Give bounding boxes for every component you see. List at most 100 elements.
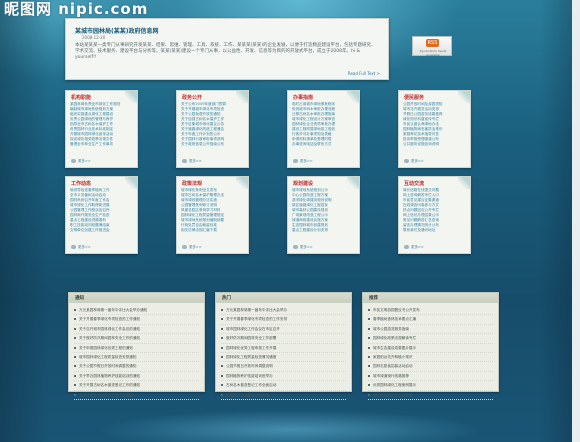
- list-item[interactable]: 园林植物养护技能培训班举办: [221, 372, 346, 382]
- card-more-link[interactable]: 更多>>: [71, 245, 91, 250]
- bullet-icon: [221, 327, 223, 330]
- list-item-text: 园林绿化工程质量检查情况通报: [226, 354, 277, 359]
- bullet-icon: [221, 384, 223, 387]
- list-item[interactable]: 关于举办园林植物养护技能培训的通知: [74, 372, 199, 382]
- comment-icon: [182, 159, 187, 163]
- card-title[interactable]: 政策法规: [182, 180, 202, 187]
- list-box-recommended: 推荐 市民文明游园倡议书公开发布 春季植树造林技术要点汇编 城市公园游览服务指南…: [362, 292, 499, 400]
- list-item[interactable]: 关于开展春季绿化专项检查的工作通知: [74, 315, 199, 325]
- bullet-icon: [74, 337, 76, 340]
- list-item-text: 古树名木普查登记工作全面启动: [226, 383, 277, 388]
- list-item[interactable]: 园林局政府信息公开年报: [368, 391, 493, 400]
- list-item-text: 市民文明游园倡议书公开发布: [373, 308, 420, 312]
- card-title[interactable]: 机构职能: [71, 94, 91, 101]
- list-header: 推荐: [363, 293, 498, 303]
- rss-icon: RSS: [426, 39, 439, 47]
- card-link[interactable]: 管理全市林业生产工作事务: [70, 142, 132, 147]
- card-more-label: 更多>>: [78, 159, 91, 163]
- list-title[interactable]: 热门: [222, 295, 231, 301]
- card-link[interactable]: 文明单位创建工作推进会: [70, 228, 132, 233]
- list-item[interactable]: 城市绿道骑行线路推荐: [368, 372, 493, 382]
- list-item-text: 关于开展古树名木普查登记工作的通知: [79, 383, 141, 388]
- list-title[interactable]: 通知: [75, 295, 84, 301]
- list-item-text: 关于开展春季绿化专项检查的工作通知: [79, 317, 141, 322]
- watermark-logo: 昵图网 nipic.com: [4, 0, 149, 18]
- list-item[interactable]: 城市园林绿化工作会议在市区召开: [221, 325, 346, 335]
- list-item[interactable]: 关于开展古树名木普查登记工作的通知: [74, 381, 199, 391]
- card-link[interactable]: 关于政府信息公开指南公布: [181, 142, 243, 147]
- list-item[interactable]: 园林绿化政策法规解读专栏: [368, 334, 493, 344]
- card-link[interactable]: 公共服务设施查询说明: [403, 142, 465, 147]
- card-link[interactable]: 相关法律法规汇编下载: [181, 228, 243, 233]
- list-title[interactable]: 推荐: [369, 295, 378, 301]
- list-item[interactable]: 园林绿化优秀工程申报工作开展: [221, 344, 346, 353]
- bullet-icon: [368, 337, 370, 340]
- list-item-text: 关于举办园林植物养护技能培训的通知: [79, 373, 141, 378]
- rss-badge[interactable]: RSS Syndication feeds available: [412, 36, 452, 57]
- list-item[interactable]: 关于做好防汛期间园林安全工作的通知: [74, 334, 199, 344]
- card-service-guide: 办事指南 临时占用城市绿地审批程序 砍伐城市树木审批办理流程 迁移古树名木审批办…: [287, 90, 360, 168]
- intro-title[interactable]: 某城市园林局(某某)政府信息网: [75, 26, 159, 35]
- bullet-icon: [368, 318, 370, 321]
- bullet-icon: [74, 374, 76, 377]
- card-title[interactable]: 办事指南: [293, 94, 313, 101]
- list-item[interactable]: 春季植树造林技术要点汇编: [368, 315, 493, 325]
- bullet-icon: [368, 365, 370, 368]
- list-item-text: 关于召开城市园林绿化工作会议的通知: [79, 326, 141, 331]
- list-item-text: 关于申报园林绿化优秀工程的通知: [79, 345, 133, 350]
- list-item[interactable]: 万元某园林局第一届年中评比大会举办: [221, 306, 346, 316]
- card-title[interactable]: 互动交流: [404, 180, 424, 187]
- bullet-icon: [368, 374, 370, 377]
- list-item-text: 春季植树造林技术要点汇编: [373, 317, 417, 322]
- list-item[interactable]: 年度园林工作要点印发实施: [221, 391, 346, 400]
- comment-icon: [182, 245, 187, 249]
- card-more-link[interactable]: 更多>>: [404, 245, 424, 250]
- list-item[interactable]: 关于召开城市园林绿化工作会议的通知: [74, 325, 199, 335]
- card-public-service: 便民服务 公园开放时间及游园须知 城市花卉展览活动安排 节假日公园游览线路推荐 …: [398, 90, 471, 168]
- list-item[interactable]: 园林绿化工程质量检查情况通报: [221, 353, 346, 363]
- card-title[interactable]: 工作动态: [71, 180, 91, 187]
- list-item[interactable]: 园林志愿者招募活动启动: [368, 362, 493, 372]
- card-more-link[interactable]: 更多>>: [71, 159, 91, 164]
- list-item-text: 家庭阳台花卉种植小常识: [373, 354, 413, 359]
- card-interaction: 互动交流 局长信箱在线提交问题 网上咨询解答专栏入口 市民意见建议征集渠道 在线…: [398, 176, 471, 254]
- list-item[interactable]: 城市生态建设成果图片展示: [368, 344, 493, 353]
- list-item[interactable]: 城市公园游览服务指南: [368, 325, 493, 335]
- card-more-link[interactable]: 更多>>: [182, 245, 202, 250]
- card-more-link[interactable]: 更多>>: [182, 159, 202, 164]
- list-item[interactable]: 优秀园林绿化工程案例展示: [368, 381, 493, 391]
- list-item[interactable]: 家庭阳台花卉种植小常识: [368, 353, 493, 363]
- comment-icon: [71, 245, 76, 249]
- card-title[interactable]: 政务公开: [182, 94, 202, 101]
- card-more-link[interactable]: 更多>>: [404, 159, 424, 164]
- card-link[interactable]: 重点工程建设计划安排: [292, 228, 354, 233]
- card-link[interactable]: 联系我们及通讯地址: [403, 228, 465, 233]
- list-box-notices: 通知 万元某园林局第一届年中评比大会举办通知 关于开展春季绿化专项检查的工作通知…: [68, 292, 205, 400]
- list-item[interactable]: 城市园林绿化工程质量检查安排通知: [74, 353, 199, 363]
- list-item[interactable]: 关于印发年度园林工作要点的通知: [74, 391, 199, 400]
- card-link[interactable]: 办事咨询电话及联系方式: [292, 142, 354, 147]
- list-item[interactable]: 关于公园节假日开放时间调整的通知: [74, 362, 199, 372]
- list-item-text: 关于公园节假日开放时间调整的通知: [79, 364, 137, 369]
- scrollbar-track[interactable]: [572, 0, 580, 442]
- list-item[interactable]: 公园节假日开放时间调整说明: [221, 362, 346, 372]
- card-more-link[interactable]: 更多>>: [293, 245, 313, 250]
- card-title[interactable]: 规划建设: [293, 180, 313, 187]
- card-title[interactable]: 便民服务: [404, 94, 424, 101]
- card-more-label: 更多>>: [300, 159, 313, 163]
- list-item[interactable]: 古树名木普查登记工作全面启动: [221, 381, 346, 391]
- card-more-link[interactable]: 更多>>: [293, 159, 313, 164]
- list-item[interactable]: 做好防汛期间园林安全工作部署: [221, 334, 346, 344]
- card-more-label: 更多>>: [411, 245, 424, 249]
- list-item-text: 园林绿化优秀工程申报工作开展: [226, 345, 277, 350]
- list-item-text: 优秀园林绿化工程案例展示: [373, 383, 417, 388]
- list-item[interactable]: 关于申报园林绿化优秀工程的通知: [74, 344, 199, 353]
- list-item[interactable]: 万元某园林局第一届年中评比大会举办通知: [74, 306, 199, 316]
- card-more-label: 更多>>: [300, 245, 313, 249]
- list-item-text: 万元某园林局第一届年中评比大会举办通知: [79, 308, 148, 312]
- intro-read-more-link[interactable]: Read Full Text >: [348, 71, 380, 76]
- bullet-icon: [221, 393, 223, 396]
- list-item[interactable]: 关于开展春季绿化专项检查的工作安排: [221, 315, 346, 325]
- list-item[interactable]: 市民文明游园倡议书公开发布: [368, 306, 493, 316]
- list-item-text: 关于做好防汛期间园林安全工作的通知: [79, 336, 141, 341]
